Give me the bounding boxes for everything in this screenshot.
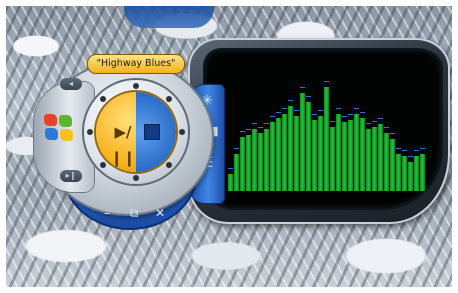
spectrum-peak bbox=[354, 108, 359, 109]
spectrum-peak bbox=[348, 114, 353, 115]
spectrum-peak bbox=[312, 114, 317, 115]
spectrum-peak bbox=[390, 133, 395, 134]
close-button[interactable]: ✕ bbox=[149, 204, 171, 222]
spectrum-peak bbox=[228, 168, 233, 169]
spectrum-peak bbox=[366, 123, 371, 124]
spectrum-peak bbox=[264, 123, 269, 124]
spectrum-bar bbox=[240, 137, 245, 191]
spectrum-peak bbox=[402, 150, 407, 151]
spectrum-bar bbox=[414, 156, 419, 191]
spectrum-bar bbox=[270, 122, 275, 191]
spectrum-peak bbox=[318, 110, 323, 111]
spectrum-bar bbox=[420, 154, 425, 191]
spectrum-bar bbox=[348, 120, 353, 191]
spectrum-bar bbox=[318, 116, 323, 191]
dial-dot bbox=[133, 83, 139, 89]
spectrum-peak bbox=[300, 87, 305, 88]
spectrum-peak bbox=[408, 156, 413, 157]
dial-dot bbox=[100, 161, 107, 168]
spectrum-bar bbox=[234, 154, 239, 191]
spectrum-peak bbox=[252, 123, 257, 124]
spectrum-peak bbox=[282, 108, 287, 109]
spectrum-bar bbox=[246, 135, 251, 191]
dial-dot bbox=[133, 175, 139, 181]
spectrum-bar bbox=[330, 127, 335, 191]
spectrum-bar bbox=[258, 133, 263, 191]
spectrum-peak bbox=[414, 150, 419, 151]
spectrum-peak bbox=[270, 116, 275, 117]
spectrum-bar bbox=[312, 120, 317, 191]
spectrum-bar bbox=[366, 129, 371, 191]
minimize-button[interactable]: – bbox=[96, 204, 118, 222]
switch-mode-button[interactable]: ⧉ bbox=[123, 204, 145, 222]
spectrum-peak bbox=[234, 148, 239, 149]
next-button[interactable]: ▸❙ bbox=[60, 170, 82, 182]
spectrum-bar bbox=[408, 162, 413, 191]
spectrum-bar bbox=[294, 116, 299, 191]
play-pause-button[interactable]: ▶/❙❙ bbox=[106, 119, 140, 167]
spectrum-bar bbox=[390, 139, 395, 191]
spectrum-bar bbox=[354, 114, 359, 191]
spectrum-peak bbox=[306, 96, 311, 97]
spectrum-bar bbox=[324, 87, 329, 191]
dial-dot bbox=[87, 129, 93, 135]
spectrum-bar bbox=[402, 156, 407, 191]
spectrum-bar bbox=[396, 154, 401, 191]
spectrum-peak bbox=[342, 116, 347, 117]
spectrum-bars bbox=[228, 81, 428, 191]
spectrum-bar bbox=[372, 127, 377, 191]
spectrum-bar bbox=[228, 174, 233, 191]
spectrum-bar bbox=[378, 124, 383, 191]
spectrum-peak bbox=[360, 112, 365, 113]
spectrum-bar bbox=[342, 122, 347, 191]
spectrum-peak bbox=[246, 129, 251, 130]
spectrum-bar bbox=[276, 118, 281, 191]
wallpaper-sky bbox=[124, 6, 214, 28]
spectrum-bar bbox=[282, 114, 287, 191]
spectrum-bar bbox=[360, 118, 365, 191]
spectrum-bar bbox=[252, 129, 257, 191]
spectrum-peak bbox=[258, 127, 263, 128]
spectrum-bar bbox=[336, 114, 341, 191]
visualizer-screen bbox=[203, 48, 443, 210]
spectrum-peak bbox=[396, 148, 401, 149]
spectrum-peak bbox=[240, 131, 245, 132]
spectrum-peak bbox=[288, 100, 293, 101]
dial-dot bbox=[179, 129, 185, 135]
spectrum-bar bbox=[300, 93, 305, 191]
spectrum-peak bbox=[384, 127, 389, 128]
spectrum-peak bbox=[336, 108, 341, 109]
spectrum-peak bbox=[276, 112, 281, 113]
spectrum-peak bbox=[372, 121, 377, 122]
spectrum-bar bbox=[306, 102, 311, 191]
spectrum-peak bbox=[330, 121, 335, 122]
track-title: "Highway Blues" bbox=[87, 54, 185, 74]
spectrum-bar bbox=[288, 106, 293, 191]
spectrum-peak bbox=[324, 81, 329, 82]
desktop-wallpaper: ✳ ▃▅▇ ☰ ◂ ▸❙ ▶/❙❙ – ⧉ ✕ "Highway Blues" bbox=[6, 6, 452, 287]
spectrum-peak bbox=[420, 148, 425, 149]
spectrum-peak bbox=[378, 118, 383, 119]
windows-logo-icon bbox=[44, 114, 74, 142]
spectrum-peak bbox=[294, 110, 299, 111]
spectrum-bar bbox=[264, 129, 269, 191]
spectrum-bar bbox=[384, 133, 389, 191]
dial-dot bbox=[100, 96, 107, 103]
stop-button[interactable] bbox=[144, 124, 160, 140]
previous-button[interactable]: ◂ bbox=[60, 78, 82, 90]
